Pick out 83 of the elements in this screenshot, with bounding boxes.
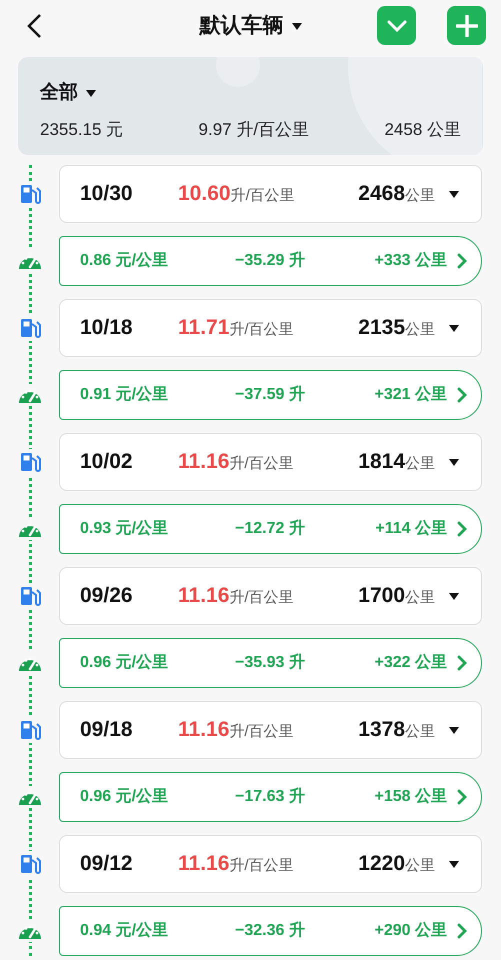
fuel-change: −35.29 升 — [235, 250, 306, 271]
fuel-record-card[interactable]: 09/18 11.16升/百公里 1378公里 — [59, 701, 482, 759]
chevron-right-icon — [457, 789, 467, 805]
fuel-change: −37.59 升 — [235, 384, 306, 405]
dropdown-caret-icon — [449, 726, 459, 734]
distance-change: +333 公里 — [374, 250, 447, 271]
add-button[interactable] — [447, 6, 486, 45]
fuel-pump-icon — [18, 183, 40, 205]
cost-per-km: 0.86 元/公里 — [80, 250, 170, 271]
fuel-record-card[interactable]: 09/26 11.16升/百公里 1700公里 — [59, 567, 482, 625]
chevron-right-icon — [457, 253, 467, 269]
dropdown-caret-icon — [449, 324, 459, 332]
dropdown-caret-icon — [449, 458, 459, 466]
fuel-pump-icon — [18, 853, 40, 875]
chevron-right-icon — [457, 521, 467, 537]
distance-change: +290 公里 — [374, 920, 447, 941]
consumption-unit: 升/百公里 — [229, 856, 294, 876]
fuel-consumption: 11.16 — [178, 717, 230, 744]
distance-change: +321 公里 — [374, 384, 447, 405]
fuel-record-card[interactable]: 10/30 10.60升/百公里 2468公里 — [59, 165, 482, 223]
cost-per-km: 0.93 元/公里 — [80, 518, 170, 539]
cost-per-km: 0.96 元/公里 — [80, 786, 170, 807]
odometer-unit: 公里 — [405, 856, 435, 876]
odometer-unit: 公里 — [405, 588, 435, 608]
caret-icon — [292, 22, 302, 30]
cost-per-km: 0.96 元/公里 — [80, 652, 170, 673]
odometer-reading: 2468 — [358, 181, 405, 208]
fuel-record-card[interactable]: 09/12 11.16升/百公里 1220公里 — [59, 835, 482, 893]
expand-button[interactable] — [377, 6, 416, 45]
distance-change: +158 公里 — [374, 786, 447, 807]
dropdown-caret-icon — [449, 860, 459, 868]
odometer-unit: 公里 — [405, 454, 435, 474]
fuel-pump-icon — [18, 585, 40, 607]
odometer-unit: 公里 — [405, 722, 435, 742]
consumption-unit: 升/百公里 — [229, 588, 294, 608]
consumption-unit: 升/百公里 — [229, 454, 294, 474]
odometer-reading: 1378 — [358, 717, 405, 744]
plus-icon — [456, 14, 478, 36]
fuel-change: −32.36 升 — [235, 920, 306, 941]
record-date: 10/02 — [80, 449, 134, 476]
dropdown-caret-icon — [449, 190, 459, 198]
total-cost: 2355.15 元 — [40, 118, 124, 140]
filter-dropdown[interactable]: 全部 — [40, 79, 96, 108]
fuel-change: −12.72 升 — [235, 518, 306, 539]
vehicle-selector[interactable]: 默认车辆 — [200, 10, 302, 42]
average-consumption: 9.97 升/百公里 — [198, 118, 310, 140]
chevron-right-icon — [457, 387, 467, 403]
consumption-unit: 升/百公里 — [229, 320, 294, 340]
fuel-pump-icon — [18, 719, 40, 741]
record-date: 10/18 — [80, 315, 134, 342]
fuel-consumption: 11.71 — [178, 315, 230, 342]
consumption-unit: 升/百公里 — [229, 722, 294, 742]
fuel-record-card[interactable]: 10/18 11.71升/百公里 2135公里 — [59, 299, 482, 357]
fuel-consumption: 10.60 — [178, 181, 231, 208]
record-date: 09/12 — [80, 851, 134, 878]
dropdown-caret-icon — [449, 592, 459, 600]
record-date: 09/26 — [80, 583, 134, 610]
consumption-unit: 升/百公里 — [230, 186, 295, 206]
fuel-record-card[interactable]: 10/02 11.16升/百公里 1814公里 — [59, 433, 482, 491]
total-distance: 2458 公里 — [384, 118, 461, 140]
record-date: 10/30 — [80, 181, 134, 208]
chevron-right-icon — [457, 923, 467, 939]
fuel-change: −35.93 升 — [235, 652, 306, 673]
odometer-reading: 1220 — [358, 851, 405, 878]
fuel-change: −17.63 升 — [235, 786, 306, 807]
fuel-pump-icon — [18, 451, 40, 473]
distance-change: +322 公里 — [374, 652, 447, 673]
cost-per-km: 0.94 元/公里 — [80, 920, 170, 941]
chevron-down-icon — [386, 20, 406, 32]
distance-change: +114 公里 — [374, 518, 447, 539]
odometer-reading: 2135 — [358, 315, 405, 342]
cost-per-km: 0.91 元/公里 — [80, 384, 170, 405]
fuel-consumption: 11.16 — [178, 449, 230, 476]
odometer-reading: 1700 — [358, 583, 405, 610]
odometer-unit: 公里 — [405, 186, 435, 206]
fuel-consumption: 11.16 — [178, 851, 230, 878]
record-date: 09/18 — [80, 717, 134, 744]
chevron-right-icon — [457, 655, 467, 671]
odometer-reading: 1814 — [358, 449, 405, 476]
fuel-pump-icon — [18, 317, 40, 339]
caret-icon — [86, 90, 96, 97]
fuel-consumption: 11.16 — [178, 583, 230, 610]
odometer-unit: 公里 — [405, 320, 435, 340]
